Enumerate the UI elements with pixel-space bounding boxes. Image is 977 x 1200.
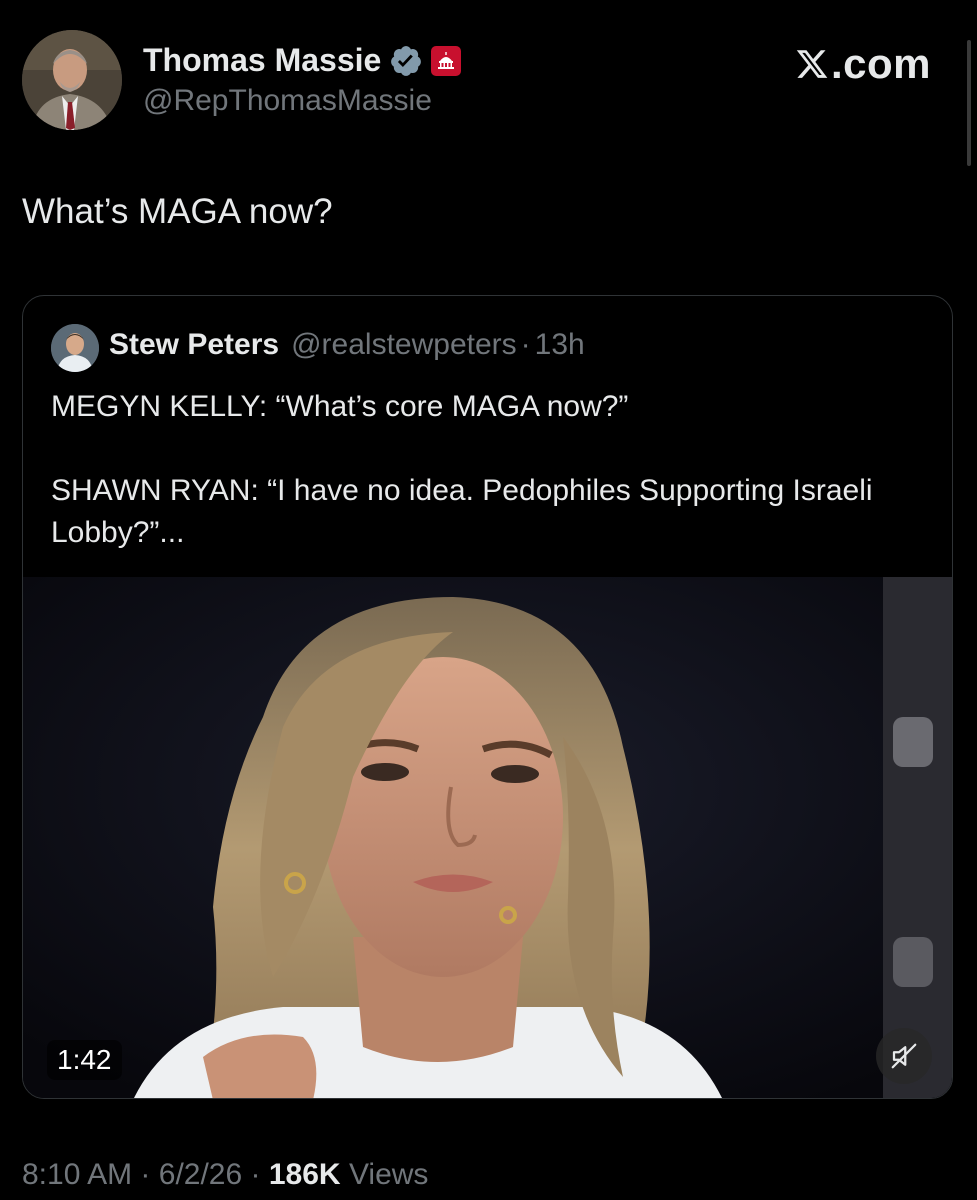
tweet-text: What’s MAGA now?: [22, 192, 333, 231]
brand-watermark: .com: [795, 40, 931, 88]
author-avatar-image: [22, 30, 122, 130]
x-logo-icon: [796, 50, 828, 78]
author-name[interactable]: Thomas Massie: [143, 42, 381, 79]
scrollbar-thumb[interactable]: [967, 40, 971, 166]
video-player[interactable]: 1:42: [23, 577, 952, 1098]
author-avatar[interactable]: [22, 30, 122, 130]
quoted-author-handle[interactable]: @realstewpeters: [291, 328, 517, 362]
tweet-date[interactable]: 6/2/26: [159, 1158, 242, 1191]
affiliation-badge[interactable]: [431, 45, 462, 76]
video-thumbnail: [23, 577, 952, 1098]
quoted-author-avatar[interactable]: [51, 324, 99, 372]
quoted-timestamp[interactable]: 13h: [535, 328, 585, 362]
views-label: Views: [348, 1158, 429, 1191]
tweet-meta: 8:10 AM · 6/2/26 · 186K Views: [22, 1158, 428, 1192]
views-count[interactable]: 186K: [269, 1158, 341, 1191]
quoted-author-avatar-image: [51, 324, 99, 372]
author-name-row[interactable]: Thomas Massie: [143, 42, 462, 79]
meta-separator: ·: [140, 1158, 151, 1191]
tweet-time[interactable]: 8:10 AM: [22, 1158, 132, 1191]
author-handle[interactable]: @RepThomasMassie: [143, 84, 432, 118]
meta-separator: ·: [250, 1158, 261, 1191]
verified-badge-icon: [391, 45, 422, 76]
quoted-header: Stew Peters @realstewpeters · 13h: [109, 328, 585, 362]
quoted-tweet[interactable]: Stew Peters @realstewpeters · 13h MEGYN …: [22, 295, 953, 1099]
video-duration: 1:42: [47, 1040, 122, 1080]
brand-label: .com: [830, 40, 931, 87]
muted-speaker-icon: [891, 1043, 917, 1069]
mute-button[interactable]: [876, 1028, 932, 1084]
quoted-text: MEGYN KELLY: “What’s core MAGA now?” SHA…: [51, 390, 873, 549]
quoted-author-name[interactable]: Stew Peters: [109, 328, 279, 362]
capitol-dome-icon: [438, 51, 455, 69]
quoted-separator: ·: [520, 328, 531, 361]
